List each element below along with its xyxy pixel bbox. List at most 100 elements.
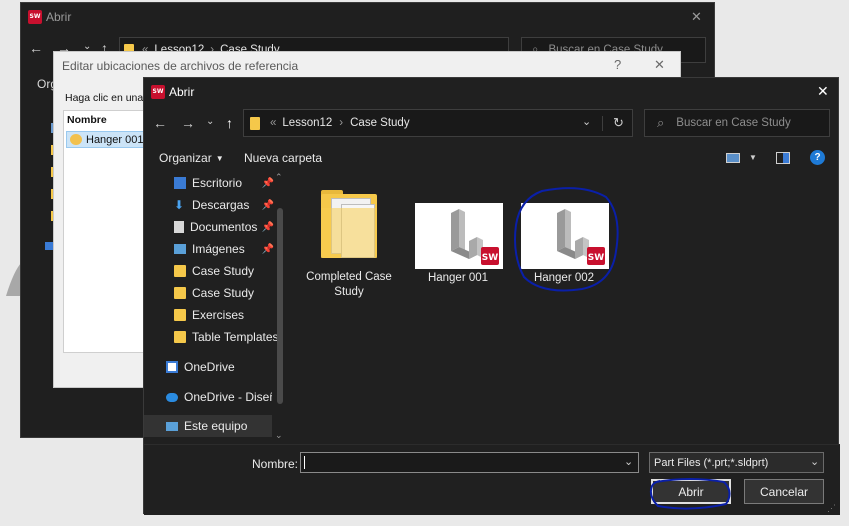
open-dialog-close-button[interactable]: ✕ xyxy=(817,83,829,100)
scroll-down-icon[interactable]: ⌄ xyxy=(275,430,283,441)
sidebar-item-onedrive-diseno[interactable]: OneDrive - Diseño xyxy=(144,386,272,408)
address-divider xyxy=(602,116,603,131)
open-dialog-title: Abrir xyxy=(169,85,195,99)
navigation-pane[interactable]: Escritorio 📌 ⬇ Descargas 📌 Documentos 📌 … xyxy=(144,172,287,442)
preview-pane-icon[interactable] xyxy=(776,152,790,164)
sidebar-item-label: Case Study xyxy=(192,286,255,300)
scroll-up-icon[interactable]: ⌃ xyxy=(275,172,283,183)
sidebar-item-table-templates[interactable]: Table Templates xyxy=(144,326,284,348)
ref-dialog-close-button[interactable]: ✕ xyxy=(654,57,665,73)
folder-icon xyxy=(174,309,186,321)
filename-input[interactable]: ⌄ xyxy=(300,452,639,473)
sidebar-item-imagenes[interactable]: Imágenes 📌 xyxy=(144,238,284,260)
forward-arrow-icon[interactable]: → xyxy=(181,115,195,131)
ref-list-item[interactable]: Hanger 001. xyxy=(66,131,148,148)
sidebar-item-este-equipo[interactable]: Este equipo xyxy=(144,415,272,437)
help-icon[interactable]: ? xyxy=(810,150,825,165)
ref-column-header[interactable]: Nombre xyxy=(67,114,107,126)
download-icon: ⬇ xyxy=(174,198,185,212)
organize-dropdown-icon: ▼ xyxy=(215,153,224,163)
ref-dialog-title: Editar ubicaciones de archivos de refere… xyxy=(62,59,299,73)
sidebar-item-label: OneDrive - Diseño xyxy=(184,390,272,404)
sidebar-item-label: Escritorio xyxy=(192,176,243,190)
sidebar-item-label: OneDrive xyxy=(184,360,235,374)
search-icon: ⌕ xyxy=(657,115,665,130)
view-options-dropdown-icon[interactable]: ▼ xyxy=(749,153,757,162)
sidebar-item-escritorio[interactable]: Escritorio 📌 xyxy=(144,172,284,194)
new-folder-button[interactable]: Nueva carpeta xyxy=(244,151,322,165)
solidworks-logo-icon: SW xyxy=(151,85,165,99)
recent-locations-chevron-icon[interactable]: ⌄ xyxy=(206,116,214,127)
folder-icon xyxy=(174,287,186,299)
search-placeholder: Buscar en Case Study xyxy=(676,117,791,129)
search-box[interactable]: ⌕ Buscar en Case Study xyxy=(644,109,830,137)
sidebar-item-label: Table Templates xyxy=(192,330,279,344)
computer-icon xyxy=(166,421,178,431)
file-type-chevron-icon: ⌄ xyxy=(810,456,820,468)
breadcrumb-item-case-study[interactable]: Case Study xyxy=(350,117,409,129)
scrollbar-thumb[interactable] xyxy=(277,208,283,404)
folder-icon xyxy=(174,265,186,277)
file-name-line2: Study xyxy=(334,286,364,298)
cancel-button[interactable]: Cancelar xyxy=(744,479,824,504)
organize-menu[interactable]: Organizar ▼ xyxy=(159,151,224,165)
open-button-highlight-annotation xyxy=(649,478,731,510)
ref-file-list[interactable]: Nombre Hanger 001. xyxy=(63,110,148,353)
document-icon xyxy=(174,221,184,233)
part-icon xyxy=(70,134,82,145)
ref-dialog-help-button[interactable]: ? xyxy=(614,57,621,72)
sidebar-item-label: Exercises xyxy=(192,308,245,322)
open-dialog: SW Abrir ✕ ← → ⌄ ↑ « Lesson12 › Case Stu… xyxy=(143,77,840,515)
folder-icon xyxy=(250,116,260,130)
file-name: Hanger 001 xyxy=(427,272,489,284)
refresh-icon[interactable]: ↻ xyxy=(613,115,624,131)
breadcrumb-item-lesson12[interactable]: Lesson12 xyxy=(282,117,332,129)
file-type-value: Part Files (*.prt;*.sldprt) xyxy=(654,456,769,469)
sidebar-item-case-study-2[interactable]: Case Study xyxy=(144,282,284,304)
desktop-icon xyxy=(174,177,186,189)
sidebar-item-exercises[interactable]: Exercises xyxy=(144,304,284,326)
file-name: Completed Case xyxy=(306,271,392,283)
sidebar-item-case-study[interactable]: Case Study xyxy=(144,260,284,282)
bottom-bar: Nombre: ⌄ Part Files (*.prt;*.sldprt) ⌄ … xyxy=(144,444,840,515)
filename-dropdown-chevron-icon[interactable]: ⌄ xyxy=(624,455,633,468)
filename-label: Nombre: xyxy=(252,457,299,471)
cloud-icon xyxy=(166,392,178,402)
text-cursor xyxy=(304,456,305,469)
back-back-arrow-icon[interactable]: ← xyxy=(29,40,43,56)
file-tile-hanger-001[interactable]: SW Hanger 001 xyxy=(412,201,504,291)
back-dialog-close-button[interactable]: ✕ xyxy=(691,9,702,25)
sidebar-scrollbar[interactable]: ⌃ ⌄ xyxy=(273,172,287,442)
ref-dialog-hint: Haga clic en una c xyxy=(65,92,152,104)
sidebar-item-documentos[interactable]: Documentos 📌 xyxy=(144,216,284,238)
breadcrumb-overflow-chevrons[interactable]: « xyxy=(270,117,276,129)
onedrive-icon xyxy=(166,361,178,373)
sidebar-item-label: Este equipo xyxy=(184,419,248,433)
back-sidebar-stub-pc xyxy=(45,242,53,250)
back-arrow-icon[interactable]: ← xyxy=(153,115,167,131)
ref-list-item-label: Hanger 001. xyxy=(86,133,147,146)
highlight-annotation xyxy=(514,187,619,292)
file-type-select[interactable]: Part Files (*.prt;*.sldprt) ⌄ xyxy=(649,452,824,473)
folder-icon xyxy=(174,331,186,343)
sidebar-item-descargas[interactable]: ⬇ Descargas 📌 xyxy=(144,194,284,216)
resize-grip-icon[interactable]: ⋰ xyxy=(827,503,836,514)
part-thumbnail: SW xyxy=(415,203,503,269)
sidebar-item-label: Imágenes xyxy=(192,242,245,256)
organize-label: Organizar xyxy=(159,151,212,165)
address-dropdown-chevron-icon[interactable]: ⌄ xyxy=(582,115,591,128)
sidebar-item-onedrive[interactable]: OneDrive xyxy=(144,356,284,378)
folder-icon xyxy=(321,190,377,258)
sidebar-item-label: Descargas xyxy=(192,198,250,212)
address-bar[interactable]: « Lesson12 › Case Study ⌄ xyxy=(243,109,633,137)
pictures-icon xyxy=(174,244,186,254)
back-dialog-title: Abrir xyxy=(46,10,72,24)
breadcrumb-separator-icon: › xyxy=(339,117,344,129)
hanger-part-icon: SW xyxy=(451,209,499,265)
file-tile-folder[interactable]: Completed Case Study xyxy=(304,184,394,304)
solidworks-logo-icon: SW xyxy=(28,10,42,24)
sidebar-item-label: Case Study xyxy=(192,264,255,278)
svg-text:SW: SW xyxy=(482,253,498,263)
up-arrow-icon[interactable]: ↑ xyxy=(226,115,233,131)
view-options-icon[interactable] xyxy=(726,153,740,163)
